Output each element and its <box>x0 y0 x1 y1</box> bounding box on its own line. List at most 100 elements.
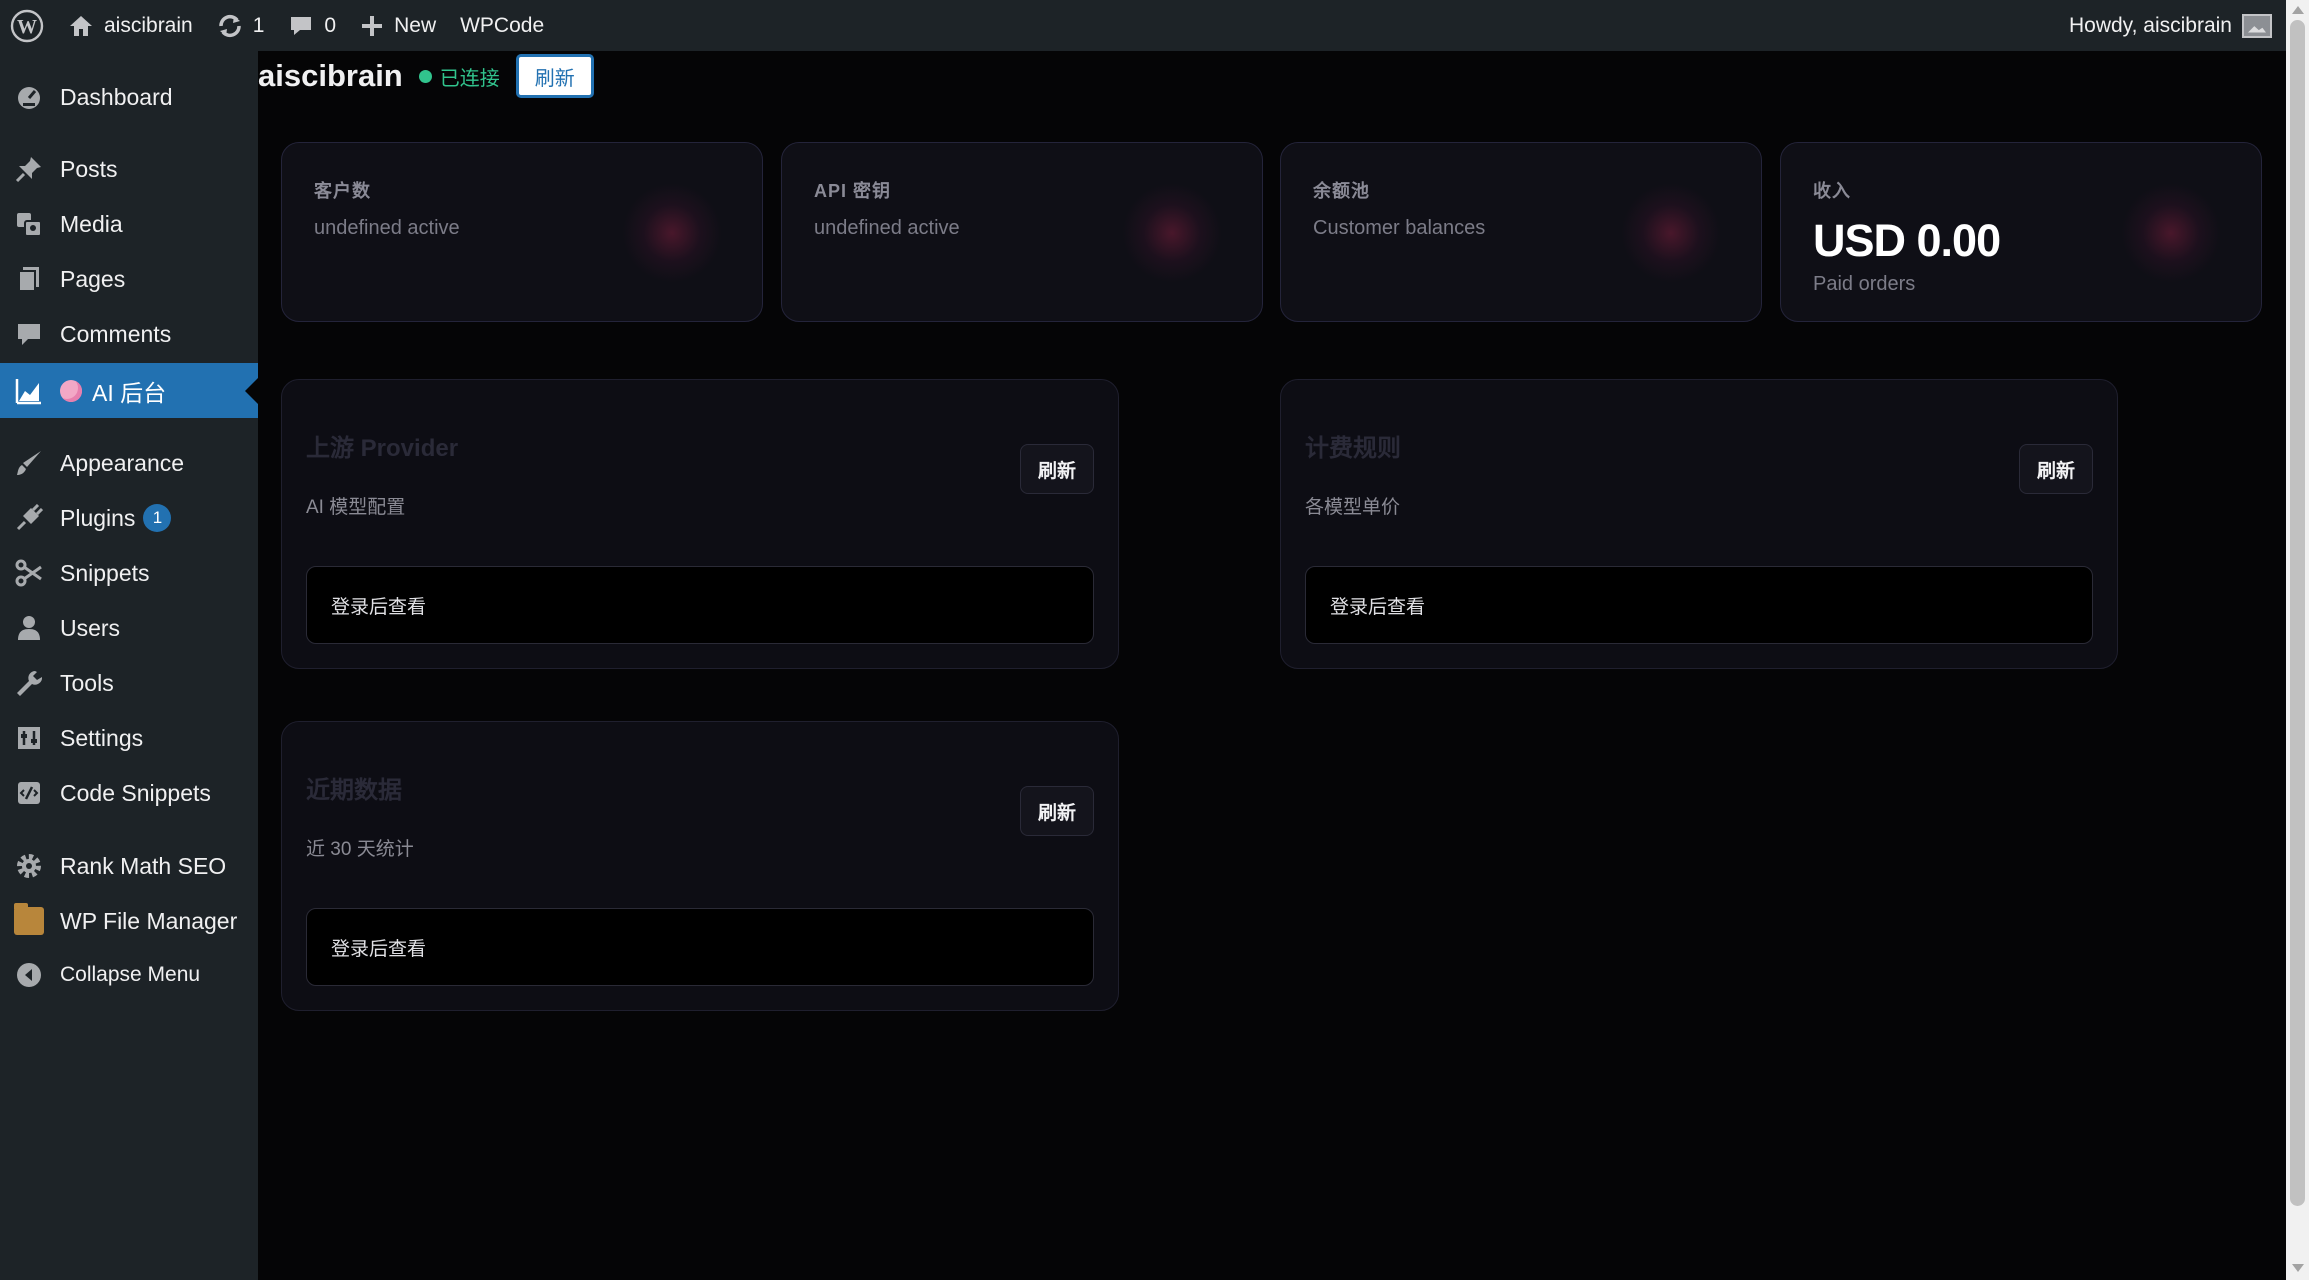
brush-icon <box>14 448 44 478</box>
sidebar-item-label: Dashboard <box>60 83 173 110</box>
sidebar-item-comments[interactable]: Comments <box>0 308 258 360</box>
sidebar-item-label: AI 后台 <box>92 379 167 406</box>
panel-subtitle: 各模型单价 <box>1305 497 1401 518</box>
scrollbar-thumb[interactable] <box>2290 20 2305 1206</box>
sidebar-item-label: Posts <box>60 155 118 182</box>
sidebar-item-snippets[interactable]: Snippets <box>0 547 258 599</box>
sidebar-item-media[interactable]: Media <box>0 198 258 250</box>
panel-content: 登录后查看 <box>306 566 1094 644</box>
glow-decoration <box>1621 183 1721 283</box>
wordpress-logo-button[interactable]: W <box>0 0 56 51</box>
refresh-button[interactable]: 刷新 <box>515 54 594 98</box>
wpcode-link[interactable]: WPCode <box>448 0 556 51</box>
sidebar-item-label: Plugins <box>60 504 136 531</box>
panel-title: 上游 Provider <box>306 435 459 462</box>
sidebar-item-plugins[interactable]: Plugins 1 <box>0 492 258 544</box>
new-label: New <box>394 13 437 37</box>
panel-refresh-button[interactable]: 刷新 <box>1020 444 1094 494</box>
page-title: aiscibrain <box>258 58 403 93</box>
comments-link[interactable]: 0 <box>276 0 348 51</box>
sidebar-item-label: Tools <box>60 669 114 696</box>
status-dot-icon <box>418 69 432 83</box>
home-icon <box>70 15 92 36</box>
collapse-menu-button[interactable]: Collapse Menu <box>0 949 258 1001</box>
wrench-icon <box>14 668 44 698</box>
my-account-link[interactable]: Howdy, aiscibrain <box>2057 0 2286 51</box>
panel-title: 计费规则 <box>1305 435 1401 462</box>
site-name-link[interactable]: aiscibrain <box>56 0 205 51</box>
chart-icon <box>14 376 44 406</box>
plug-icon <box>14 503 44 533</box>
refresh-icon <box>218 14 241 37</box>
panel-upstream-provider: 上游 Provider AI 模型配置 刷新 登录后查看 <box>281 379 1119 669</box>
dashboard-icon <box>14 82 44 112</box>
brain-icon <box>60 379 82 402</box>
stat-card-revenue: 收入 USD 0.00 Paid orders <box>1780 142 2262 322</box>
wpcode-label: WPCode <box>460 13 545 37</box>
panel-refresh-button[interactable]: 刷新 <box>2019 444 2093 494</box>
sidebar-item-wp-file-manager[interactable]: WP File Manager <box>0 895 258 947</box>
sidebar-item-label: Collapse Menu <box>60 963 201 986</box>
comments-count: 0 <box>324 13 337 37</box>
media-icon <box>14 209 44 239</box>
collapse-icon <box>14 960 44 990</box>
panel-content: 登录后查看 <box>1305 566 2093 644</box>
glow-decoration <box>1122 183 1222 283</box>
panel-title: 近期数据 <box>306 777 402 804</box>
glow-decoration <box>622 183 722 283</box>
wordpress-icon: W <box>10 9 44 42</box>
stat-card-balance-pool: 余额池 Customer balances <box>1280 142 1762 322</box>
scissors-icon <box>14 558 44 588</box>
glow-decoration <box>2121 183 2221 283</box>
sidebar-item-rank-math-seo[interactable]: Rank Math SEO <box>0 840 258 892</box>
page-header: aiscibrain 已连接 刷新 <box>258 51 594 101</box>
plugins-update-badge: 1 <box>143 504 172 532</box>
updates-count: 1 <box>252 13 265 37</box>
scroll-down-arrow-icon[interactable] <box>2292 1264 2304 1272</box>
settings-icon <box>14 723 44 753</box>
comment-icon <box>14 319 44 349</box>
comment-icon <box>291 16 312 35</box>
sidebar-item-label: Settings <box>60 724 144 751</box>
sidebar-item-appearance[interactable]: Appearance <box>0 437 258 489</box>
panel-content: 登录后查看 <box>306 908 1094 986</box>
sidebar-item-label: Rank Math SEO <box>60 852 227 879</box>
new-content-link[interactable]: New <box>348 0 448 51</box>
sidebar-item-ai-admin[interactable]: AI 后台 <box>0 363 258 418</box>
connection-status-label: 已连接 <box>439 67 500 90</box>
sidebar-item-posts[interactable]: Posts <box>0 143 258 195</box>
updates-link[interactable]: 1 <box>205 0 277 51</box>
pages-icon <box>14 264 44 294</box>
sidebar-item-label: Comments <box>60 320 172 347</box>
panel-billing-rules: 计费规则 各模型单价 刷新 登录后查看 <box>1280 379 2118 669</box>
panel-subtitle: AI 模型配置 <box>306 497 406 518</box>
connection-status: 已连接 <box>418 62 500 91</box>
gear-icon <box>14 851 44 881</box>
avatar <box>2242 13 2272 38</box>
greeting-label: Howdy, aiscibrain <box>2068 13 2232 37</box>
sidebar-item-label: Code Snippets <box>60 779 211 806</box>
sidebar-item-label: Pages <box>60 265 126 292</box>
sidebar-item-tools[interactable]: Tools <box>0 657 258 709</box>
site-name-label: aiscibrain <box>104 13 193 37</box>
sidebar-item-label: Appearance <box>60 449 185 476</box>
stat-card-customers: 客户数 undefined active <box>281 142 763 322</box>
panel-subtitle: 近 30 天统计 <box>306 839 414 860</box>
pin-icon <box>14 154 44 184</box>
scroll-up-arrow-icon[interactable] <box>2292 6 2304 14</box>
sidebar-item-dashboard[interactable]: Dashboard <box>0 71 258 123</box>
sidebar-item-code-snippets[interactable]: Code Snippets <box>0 767 258 819</box>
admin-bar: W aiscibrain 1 0 New WPCode Howdy, aisci… <box>0 0 2286 51</box>
panel-refresh-button[interactable]: 刷新 <box>1020 786 1094 836</box>
sidebar-item-label: Media <box>60 210 123 237</box>
plus-icon <box>362 15 383 36</box>
sidebar-item-users[interactable]: Users <box>0 602 258 654</box>
sidebar-item-settings[interactable]: Settings <box>0 712 258 764</box>
folder-icon <box>14 903 44 936</box>
sidebar-item-label: WP File Manager <box>60 907 238 934</box>
sidebar-item-pages[interactable]: Pages <box>0 253 258 305</box>
user-icon <box>14 613 44 643</box>
sidebar-item-label: Users <box>60 614 121 641</box>
stat-card-api-keys: API 密钥 undefined active <box>781 142 1263 322</box>
page-scrollbar[interactable] <box>2286 0 2309 1280</box>
